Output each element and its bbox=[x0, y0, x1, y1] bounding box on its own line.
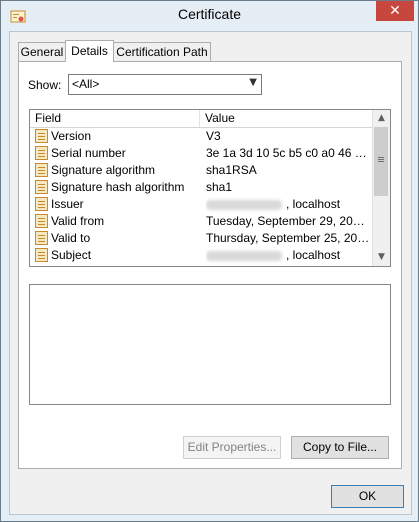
scroll-up-icon[interactable]: ▲ bbox=[373, 110, 390, 127]
field-value: Tuesday, September 29, 2015... bbox=[206, 214, 370, 228]
certificate-window: Certificate ✕ General Details Certificat… bbox=[0, 0, 419, 522]
list-rows: Version V3 Serial number 3e 1a 3d 10 5c … bbox=[30, 128, 372, 264]
field-value: V3 bbox=[206, 129, 221, 143]
field-value: sha1 bbox=[206, 180, 233, 194]
list-item[interactable]: Valid to Thursday, September 25, 202... bbox=[30, 230, 372, 247]
list-item[interactable]: Issuer , localhost bbox=[30, 196, 372, 213]
tab-general[interactable]: General bbox=[18, 42, 66, 61]
list-item[interactable]: Version V3 bbox=[30, 128, 372, 145]
ok-button[interactable]: OK bbox=[331, 485, 404, 508]
field-name: Serial number bbox=[51, 146, 126, 160]
field-value: sha1RSA bbox=[206, 163, 257, 177]
list-item[interactable]: Subject , localhost bbox=[30, 247, 372, 264]
field-name: Issuer bbox=[51, 197, 84, 211]
field-value: 3e 1a 3d 10 5c b5 c0 a0 46 ed... bbox=[206, 146, 370, 160]
column-header-value[interactable]: Value bbox=[200, 110, 372, 127]
certificate-field-icon bbox=[35, 129, 48, 143]
show-label: Show: bbox=[28, 78, 62, 92]
field-name: Subject bbox=[51, 248, 92, 262]
details-panel: Show: <All> ▼ Field Value Version V3 Ser… bbox=[18, 61, 402, 469]
list-item[interactable]: Serial number 3e 1a 3d 10 5c b5 c0 a0 46… bbox=[30, 145, 372, 162]
chevron-down-icon: ▼ bbox=[249, 77, 257, 88]
dialog-body: General Details Certification Path Show:… bbox=[9, 31, 412, 515]
field-value-redacted: , localhost bbox=[206, 247, 370, 264]
field-value: , localhost bbox=[286, 197, 341, 211]
field-name: Signature hash algorithm bbox=[51, 180, 185, 194]
certificate-field-icon bbox=[35, 197, 48, 211]
field-value: , localhost bbox=[286, 248, 341, 262]
certificate-field-icon bbox=[35, 163, 48, 177]
edit-properties-button[interactable]: Edit Properties... bbox=[183, 436, 281, 459]
grip-icon bbox=[378, 157, 384, 158]
scroll-down-icon[interactable]: ▼ bbox=[373, 249, 390, 266]
field-value-redacted: , localhost bbox=[206, 196, 370, 213]
certificate-field-icon bbox=[35, 214, 48, 228]
tab-certification-path[interactable]: Certification Path bbox=[113, 42, 211, 61]
redacted-text bbox=[206, 250, 282, 261]
field-name: Valid from bbox=[51, 214, 105, 228]
certificate-field-icon bbox=[35, 146, 48, 160]
certificate-field-icon bbox=[35, 231, 48, 245]
scroll-thumb[interactable] bbox=[374, 127, 388, 196]
list-item[interactable]: Signature hash algorithm sha1 bbox=[30, 179, 372, 196]
field-name: Version bbox=[51, 129, 92, 143]
list-header: Field Value bbox=[30, 110, 372, 128]
column-header-field[interactable]: Field bbox=[30, 110, 200, 127]
field-detail-textbox[interactable] bbox=[29, 284, 391, 405]
list-item[interactable]: Signature algorithm sha1RSA bbox=[30, 162, 372, 179]
field-list[interactable]: Field Value Version V3 Serial number 3e … bbox=[29, 109, 391, 267]
close-button[interactable]: ✕ bbox=[376, 1, 414, 21]
list-item[interactable]: Valid from Tuesday, September 29, 2015..… bbox=[30, 213, 372, 230]
show-selected-value: <All> bbox=[72, 77, 100, 91]
field-name: Signature algorithm bbox=[51, 163, 156, 177]
close-icon: ✕ bbox=[389, 3, 401, 19]
certificate-field-icon bbox=[35, 248, 48, 262]
show-dropdown[interactable]: <All> ▼ bbox=[68, 74, 262, 95]
vertical-scrollbar[interactable]: ▲ ▼ bbox=[372, 110, 390, 266]
window-title: Certificate bbox=[177, 6, 242, 22]
field-name: Valid to bbox=[51, 231, 91, 245]
certificate-field-icon bbox=[35, 180, 48, 194]
field-value: Thursday, September 25, 202... bbox=[206, 231, 370, 245]
tab-details[interactable]: Details bbox=[65, 40, 114, 62]
redacted-text bbox=[206, 199, 282, 210]
copy-to-file-button[interactable]: Copy to File... bbox=[291, 436, 389, 459]
title-bar[interactable]: Certificate ✕ bbox=[1, 1, 418, 31]
